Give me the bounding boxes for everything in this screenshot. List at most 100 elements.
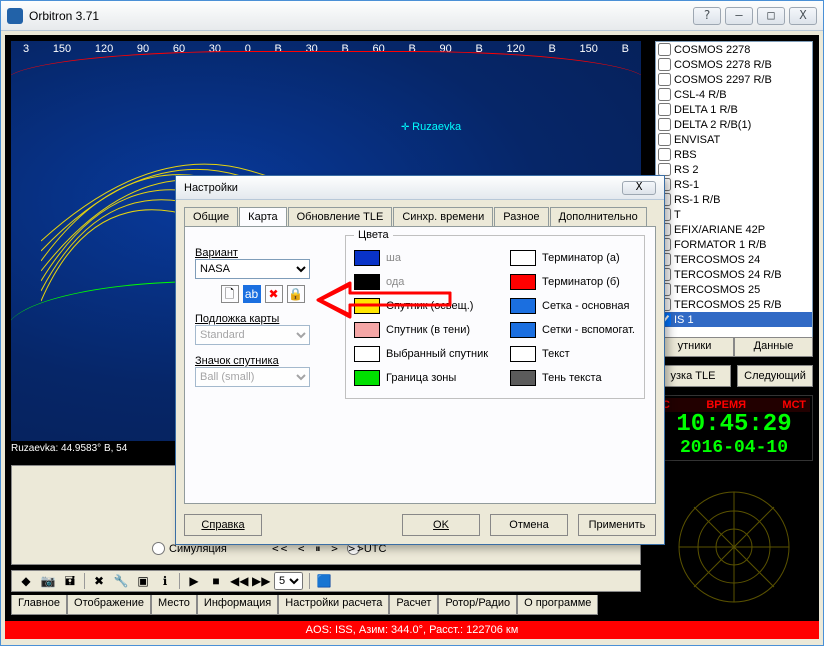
list-item[interactable]: TERCOSMOS 25	[656, 282, 812, 297]
saticon-select[interactable]: Ball (small)	[195, 367, 310, 387]
tab-timesync[interactable]: Синхр. времени	[393, 207, 493, 227]
apply-button[interactable]: Применить	[578, 514, 656, 536]
titlebar[interactable]: Orbitron 3.71 ? — □ X	[1, 1, 823, 31]
satellite-list[interactable]: COSMOS 2278COSMOS 2278 R/BCOSMOS 2297 R/…	[655, 41, 813, 351]
stop-icon[interactable]: ■	[208, 573, 224, 589]
disk-icon[interactable]: 🖬	[62, 573, 78, 589]
dialog-title: Настройки	[184, 182, 238, 194]
palette-icon[interactable]: ▣	[135, 573, 151, 589]
list-item[interactable]: IS 1	[656, 312, 812, 327]
play-icon[interactable]: ▶	[186, 573, 202, 589]
overlay-select[interactable]: Standard	[195, 325, 310, 345]
list-item[interactable]: COSMOS 2297 R/B	[656, 72, 812, 87]
list-item[interactable]: DELTA 1 R/B	[656, 102, 812, 117]
swatch-sat-sel[interactable]	[354, 346, 380, 362]
speed-select[interactable]: 5	[274, 572, 303, 590]
list-item[interactable]: EFIX/ARIANE 42P	[656, 222, 812, 237]
list-item[interactable]: TERCOSMOS 24	[656, 252, 812, 267]
load-tle-button[interactable]: узка TLE	[655, 365, 731, 387]
tab-main[interactable]: Главное	[11, 595, 67, 615]
tab-advanced[interactable]: Дополнительно	[550, 207, 647, 227]
variant-select[interactable]: NASA	[195, 259, 310, 279]
sat-checkbox[interactable]	[658, 73, 671, 86]
tab-calc-settings[interactable]: Настройки расчета	[278, 595, 389, 615]
tab-misc[interactable]: Разное	[494, 207, 548, 227]
sat-checkbox[interactable]	[658, 58, 671, 71]
swatch-footprint[interactable]	[354, 370, 380, 386]
next-button[interactable]: Следующий	[737, 365, 813, 387]
swatch-land[interactable]	[354, 250, 380, 266]
tab-location[interactable]: Место	[151, 595, 197, 615]
swatch-grid-main[interactable]	[510, 298, 536, 314]
dialog-close-icon[interactable]: X	[622, 181, 656, 195]
tab-display[interactable]: Отображение	[67, 595, 151, 615]
swatch-text-shadow[interactable]	[510, 370, 536, 386]
close-icon[interactable]: X	[789, 7, 817, 25]
tools-icon[interactable]: ✖	[91, 573, 107, 589]
list-item[interactable]: CSL-4 R/B	[656, 87, 812, 102]
variant-label: Вариант	[195, 247, 330, 259]
help-icon[interactable]: ?	[693, 7, 721, 25]
delete-icon[interactable]: ✖	[265, 285, 283, 303]
cancel-button[interactable]: Отмена	[490, 514, 568, 536]
list-item[interactable]: DELTA 2 R/B(1)	[656, 117, 812, 132]
home-marker: ✛ Ruzaevka	[401, 121, 461, 133]
swatch-term-a[interactable]	[510, 250, 536, 266]
sat-checkbox[interactable]	[658, 148, 671, 161]
dialog-titlebar[interactable]: Настройки X	[176, 176, 664, 200]
sat-checkbox[interactable]	[658, 43, 671, 56]
tab-info[interactable]: Информация	[197, 595, 278, 615]
list-item[interactable]: COSMOS 2278 R/B	[656, 57, 812, 72]
list-item[interactable]: COSMOS 2278	[656, 42, 812, 57]
new-icon[interactable]: 🗋	[221, 285, 239, 303]
tab-general[interactable]: Общие	[184, 207, 238, 227]
status-bar: AOS: ISS, Азим: 344.0°, Расст.: 122706 к…	[5, 621, 819, 639]
toolbar: ◆ 📷 🖬 ✖ 🔧 ▣ ℹ ▶ ■ ◀◀ ▶▶ 5 🟦	[11, 570, 641, 592]
swatch-grid-aux[interactable]	[510, 322, 536, 338]
window-title: Orbitron 3.71	[29, 9, 689, 23]
tab-rotor[interactable]: Ротор/Радио	[438, 595, 517, 615]
tab-calc[interactable]: Расчет	[389, 595, 438, 615]
list-item[interactable]: TERCOSMOS 25 R/B	[656, 297, 812, 312]
dialog-buttons: Справка OK Отмена Применить	[184, 514, 656, 536]
minimize-icon[interactable]: —	[725, 7, 753, 25]
swatch-sat-ecl[interactable]	[354, 322, 380, 338]
list-item[interactable]: T	[656, 207, 812, 222]
rewind-icon[interactable]: ◀◀	[230, 573, 246, 589]
tab-satellites[interactable]: утники	[655, 337, 734, 357]
swatch-water[interactable]	[354, 274, 380, 290]
tab-tle[interactable]: Обновление TLE	[288, 207, 393, 227]
ok-button[interactable]: OK	[402, 514, 480, 536]
colors-group: Цвета ша ода Спутник (освещ.) Спутник (в…	[345, 235, 645, 399]
settings-dialog: Настройки X Общие Карта Обновление TLE С…	[175, 175, 665, 545]
list-item[interactable]: ENVISAT	[656, 132, 812, 147]
list-item[interactable]: RBS	[656, 147, 812, 162]
swatch-text[interactable]	[510, 346, 536, 362]
sat-checkbox[interactable]	[658, 103, 671, 116]
open-icon[interactable]: ◆	[18, 573, 34, 589]
help-button[interactable]: Справка	[184, 514, 262, 536]
swatch-term-b[interactable]	[510, 274, 536, 290]
sat-checkbox[interactable]	[658, 118, 671, 131]
tab-about[interactable]: О программе	[517, 595, 598, 615]
rename-icon[interactable]: ab	[243, 285, 261, 303]
list-item[interactable]: FORMATOR 1 R/B	[656, 237, 812, 252]
map-status: Ruzaevka: 44.9583° B, 54	[11, 443, 127, 454]
wrench-icon[interactable]: 🔧	[113, 573, 129, 589]
camera-icon[interactable]: 📷	[40, 573, 56, 589]
lock-icon[interactable]: 🔒	[287, 285, 305, 303]
sat-checkbox[interactable]	[658, 88, 671, 101]
list-item[interactable]: RS-1	[656, 177, 812, 192]
extra-icon[interactable]: 🟦	[316, 573, 332, 589]
tab-map[interactable]: Карта	[239, 207, 286, 227]
forward-icon[interactable]: ▶▶	[252, 573, 268, 589]
radar-view[interactable]	[655, 487, 813, 607]
info-icon[interactable]: ℹ	[157, 573, 173, 589]
list-item[interactable]: TERCOSMOS 24 R/B	[656, 267, 812, 282]
maximize-icon[interactable]: □	[757, 7, 785, 25]
list-item[interactable]: RS 2	[656, 162, 812, 177]
tab-data[interactable]: Данные	[734, 337, 813, 357]
sat-checkbox[interactable]	[658, 133, 671, 146]
list-item[interactable]: RS-1 R/B	[656, 192, 812, 207]
swatch-sat-lit[interactable]	[354, 298, 380, 314]
